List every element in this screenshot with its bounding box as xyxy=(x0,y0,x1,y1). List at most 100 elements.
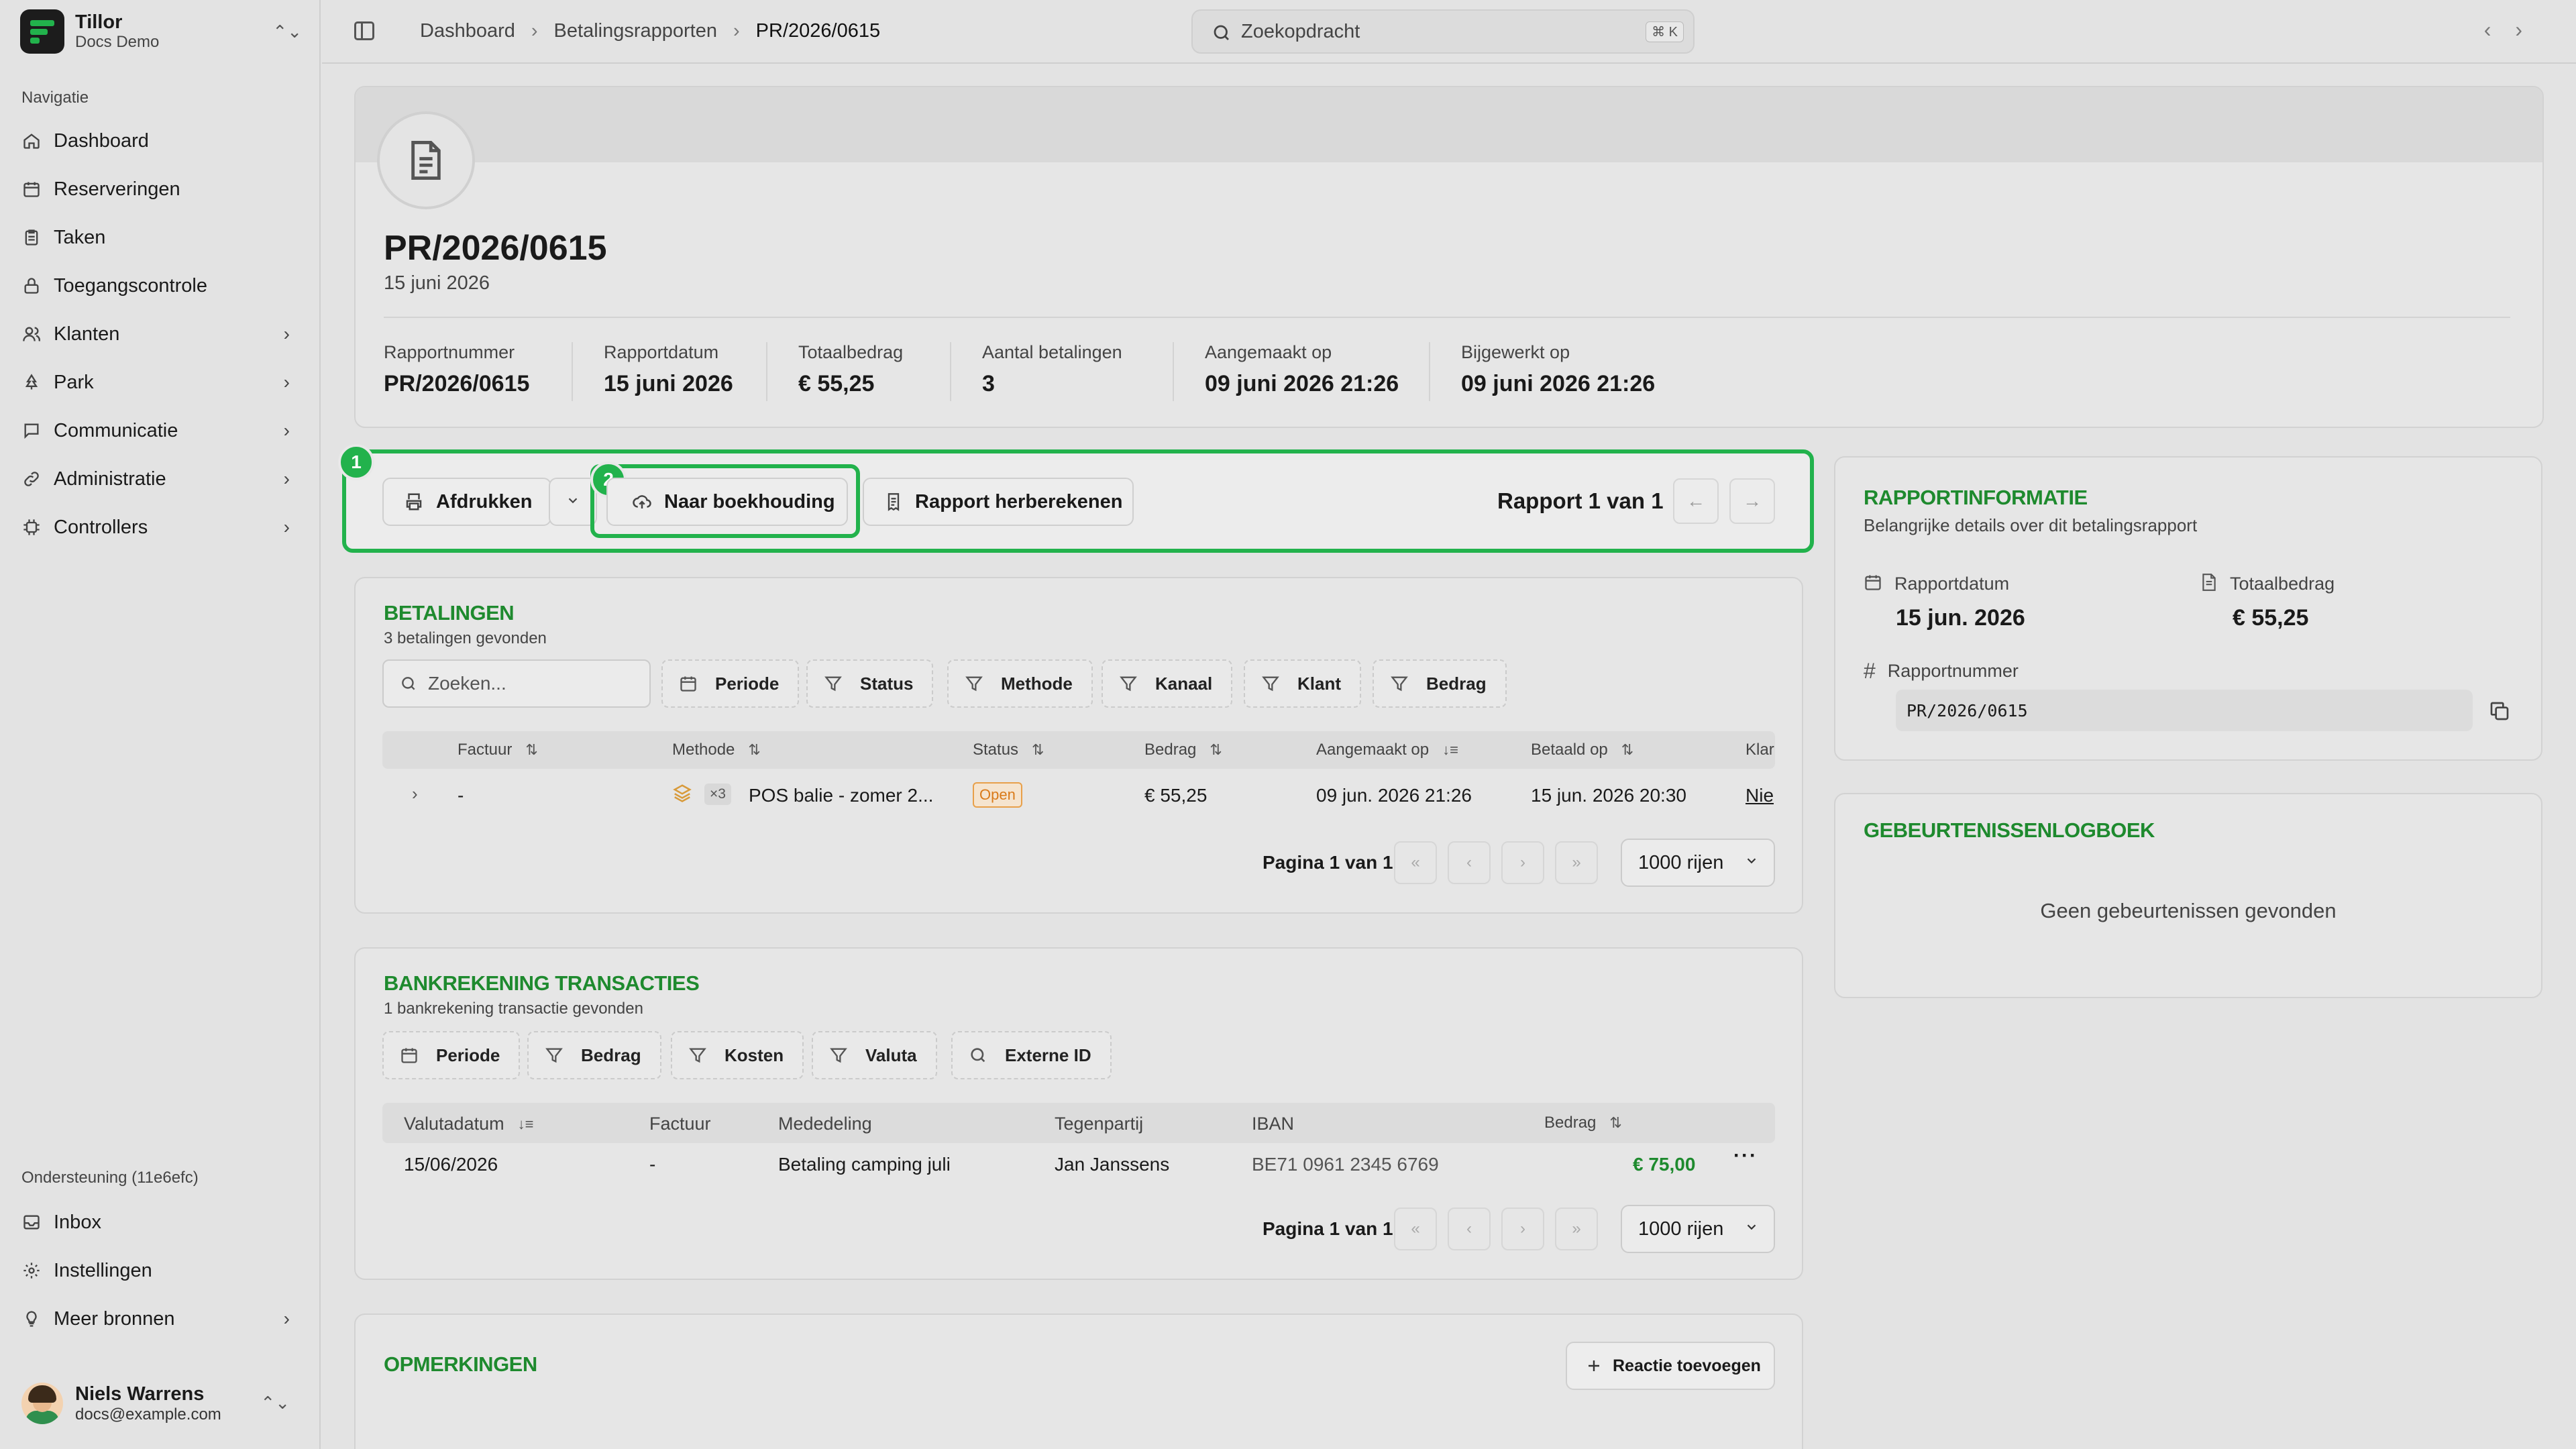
payments-search-input[interactable]: Zoeken... xyxy=(382,659,651,708)
column-valutadatum[interactable]: Valutadatum ↓≡ xyxy=(404,1114,533,1134)
chevron-updown-icon[interactable]: ⌃⌄ xyxy=(272,21,302,42)
sidebar-item-controllers[interactable]: Controllers › xyxy=(21,510,299,545)
bank-filter-valuta[interactable]: Valuta xyxy=(812,1031,937,1079)
filter-periode[interactable]: Periode xyxy=(661,659,800,708)
workspace-switcher[interactable]: Tillor Docs Demo ⌃⌄ xyxy=(20,9,302,54)
prev-page-button[interactable]: ‹ xyxy=(1448,841,1491,884)
report-number-field: PR/2026/0615 xyxy=(1896,690,2473,731)
sidebar-item-label: Administratie xyxy=(54,468,166,490)
chevron-updown-icon[interactable]: ⌃⌄ xyxy=(260,1393,290,1413)
sidebar-item-meer-bronnen[interactable]: Meer bronnen › xyxy=(21,1301,299,1336)
first-page-button[interactable]: « xyxy=(1394,841,1437,884)
sort-desc-icon: ↓≡ xyxy=(1442,741,1458,758)
sort-icon: ⇅ xyxy=(525,741,538,758)
method-count-badge: ×3 xyxy=(704,784,731,805)
sidebar-item-reserveringen[interactable]: Reserveringen xyxy=(21,172,299,207)
back-arrow-icon[interactable]: ‹ xyxy=(2484,17,2516,42)
search-placeholder: Zoekopdracht xyxy=(1241,20,1360,42)
message-icon xyxy=(21,421,42,441)
last-page-button[interactable]: » xyxy=(1555,1208,1598,1250)
sidebar-item-dashboard[interactable]: Dashboard xyxy=(21,123,299,158)
filter-klant[interactable]: Klant xyxy=(1244,659,1361,708)
filter-bedrag[interactable]: Bedrag xyxy=(1373,659,1507,708)
cell-methode: POS balie - zomer 2... xyxy=(749,785,934,806)
column-aangemaakt[interactable]: Aangemaakt op ↓≡ xyxy=(1316,741,1458,759)
previous-report-button[interactable]: ← xyxy=(1673,478,1719,524)
more-actions-icon[interactable]: ··· xyxy=(1733,1144,1758,1167)
expand-row-icon[interactable]: › xyxy=(412,784,418,804)
chevron-right-icon: › xyxy=(1520,1220,1525,1238)
chevron-right-icon: › xyxy=(531,20,538,42)
last-page-button[interactable]: » xyxy=(1555,841,1598,884)
sidebar-item-klanten[interactable]: Klanten › xyxy=(21,317,299,352)
customer-link[interactable]: Nie xyxy=(1746,785,1774,806)
chevron-right-icon: › xyxy=(283,372,290,392)
chevron-right-icon: › xyxy=(1520,853,1525,871)
nav-heading: Navigatie xyxy=(21,89,89,107)
filter-methode[interactable]: Methode xyxy=(947,659,1093,708)
user-email: docs@example.com xyxy=(75,1405,221,1424)
hash-icon: # xyxy=(1864,659,1876,683)
bank-filter-kosten[interactable]: Kosten xyxy=(671,1031,804,1079)
next-page-button[interactable]: › xyxy=(1501,841,1544,884)
plus-icon xyxy=(1586,1358,1602,1374)
sidebar-item-inbox[interactable]: Inbox xyxy=(21,1205,299,1240)
receipt-icon xyxy=(884,492,903,512)
chevron-down-icon xyxy=(1744,1220,1759,1238)
breadcrumb-dashboard[interactable]: Dashboard xyxy=(420,20,515,42)
next-report-button[interactable]: → xyxy=(1729,478,1775,524)
column-status[interactable]: Status ⇅ xyxy=(973,741,1044,759)
breadcrumb-betalingsrapporten[interactable]: Betalingsrapporten xyxy=(554,20,717,42)
meta-value: 09 juni 2026 21:26 xyxy=(1205,371,1399,396)
column-betaald[interactable]: Betaald op ⇅ xyxy=(1531,741,1633,759)
next-page-button[interactable]: › xyxy=(1501,1208,1544,1250)
sidebar-item-instellingen[interactable]: Instellingen xyxy=(21,1253,299,1288)
sidebar-item-label: Meer bronnen xyxy=(54,1307,175,1330)
print-button[interactable]: Afdrukken xyxy=(382,478,551,526)
sidebar-item-label: Inbox xyxy=(54,1211,101,1233)
bank-filter-externe-id[interactable]: Externe ID xyxy=(951,1031,1112,1079)
column-label: Aangemaakt op xyxy=(1316,741,1430,759)
bank-rows-select[interactable]: 1000 rijen xyxy=(1621,1205,1775,1253)
divider xyxy=(572,342,573,401)
bank-filter-periode[interactable]: Periode xyxy=(382,1031,521,1079)
copy-icon[interactable] xyxy=(2489,700,2510,725)
chevrons-right-icon: » xyxy=(1572,853,1581,871)
payments-subtitle: 3 betalingen gevonden xyxy=(384,629,547,647)
meta-rapportnummer: Rapportnummer PR/2026/0615 xyxy=(384,342,529,397)
first-page-button[interactable]: « xyxy=(1394,1208,1437,1250)
sidebar-toggle-icon[interactable] xyxy=(354,21,374,40)
bank-title: BANKREKENING TRANSACTIES xyxy=(384,971,700,995)
bank-filter-bedrag[interactable]: Bedrag xyxy=(527,1031,661,1079)
payments-rows-select[interactable]: 1000 rijen xyxy=(1621,839,1775,887)
recalculate-button[interactable]: Rapport herberekenen xyxy=(863,478,1134,526)
prev-page-button[interactable]: ‹ xyxy=(1448,1208,1491,1250)
calendar-icon xyxy=(400,1046,419,1065)
column-methode[interactable]: Methode ⇅ xyxy=(672,741,761,759)
column-bedrag[interactable]: Bedrag ⇅ xyxy=(1544,1114,1622,1132)
sidebar-item-park[interactable]: Park › xyxy=(21,365,299,400)
filter-icon xyxy=(1261,674,1280,693)
filter-status[interactable]: Status xyxy=(806,659,934,708)
filter-icon xyxy=(829,1046,848,1065)
history-nav: ‹› xyxy=(2484,17,2546,42)
cloud-upload-icon xyxy=(632,492,652,512)
add-comment-button[interactable]: Reactie toevoegen xyxy=(1566,1342,1775,1390)
sidebar-item-toegangscontrole[interactable]: Toegangscontrole xyxy=(21,268,299,303)
sidebar-item-taken[interactable]: Taken xyxy=(21,220,299,255)
global-search-input[interactable]: Zoekopdracht ⌘ K xyxy=(1191,9,1695,54)
sidebar-item-communicatie[interactable]: Communicatie › xyxy=(21,413,299,448)
events-empty-state: Geen gebeurtenissen gevonden xyxy=(2040,899,2337,922)
column-bedrag[interactable]: Bedrag ⇅ xyxy=(1144,741,1222,759)
meta-value: 3 xyxy=(982,371,995,396)
filter-kanaal[interactable]: Kanaal xyxy=(1102,659,1233,708)
rows-value: 1000 rijen xyxy=(1638,851,1724,873)
accounting-button[interactable]: Naar boekhouding xyxy=(606,478,848,526)
column-klant[interactable]: Klar xyxy=(1746,741,1774,759)
user-menu[interactable]: Niels Warrens docs@example.com ⌃⌄ xyxy=(21,1377,299,1430)
forward-arrow-icon[interactable]: › xyxy=(2515,17,2546,42)
column-factuur[interactable]: Factuur ⇅ xyxy=(458,741,538,759)
sidebar-item-administratie[interactable]: Administratie › xyxy=(21,462,299,496)
column-mededeling: Mededeling xyxy=(778,1114,872,1134)
info-total-label: Totaalbedrag xyxy=(2230,574,2335,594)
